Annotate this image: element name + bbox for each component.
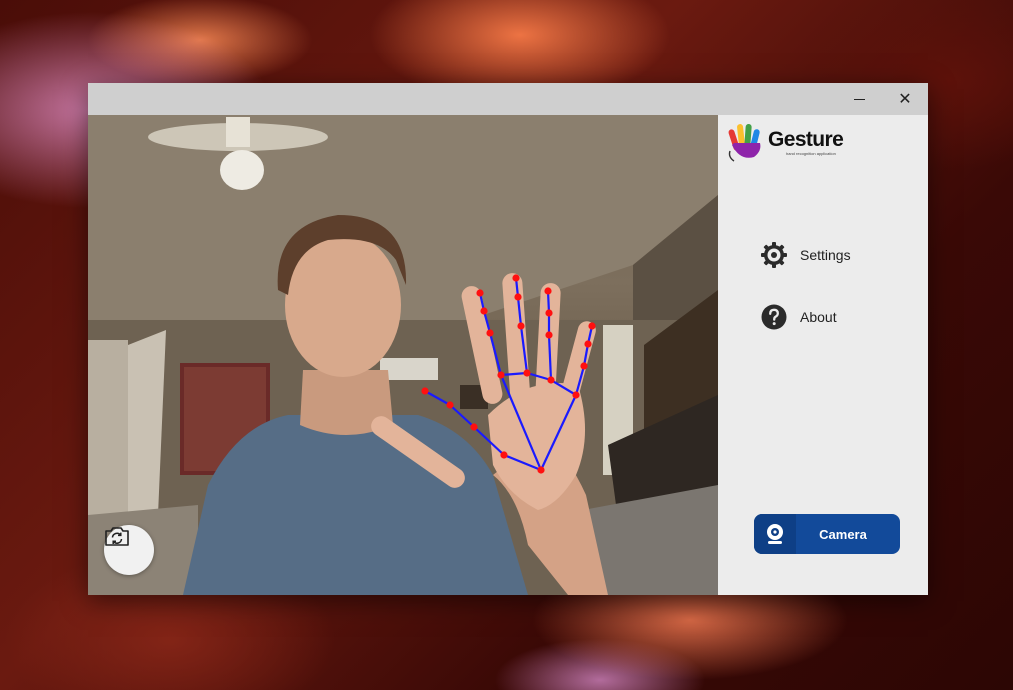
- hand-landmark-point: [545, 309, 553, 317]
- camera-switch-icon: [105, 527, 129, 546]
- about-menu-item[interactable]: About: [760, 303, 837, 331]
- hand-landmark-point: [446, 401, 454, 409]
- hand-landmark-point: [545, 331, 553, 339]
- hand-landmark-point: [512, 274, 520, 282]
- camera-button[interactable]: Camera: [754, 514, 900, 554]
- hand-landmark-point: [470, 423, 478, 431]
- hand-landmark-point: [517, 322, 525, 330]
- camera-button-label: Camera: [819, 526, 867, 542]
- hand-logo-icon: [728, 124, 761, 162]
- gear-icon: [761, 242, 787, 268]
- settings-menu-item[interactable]: Settings: [760, 241, 851, 269]
- hand-landmark-point: [497, 371, 505, 379]
- hand-landmark-point: [486, 329, 494, 337]
- app-title: Gesture: [768, 127, 844, 151]
- hand-landmark-point: [584, 340, 592, 348]
- hand-landmark-point: [480, 307, 488, 315]
- hand-landmark-point: [523, 369, 531, 377]
- app-logo: Gesture hand recognition application: [726, 121, 844, 163]
- hand-landmark-point: [500, 451, 508, 459]
- hand-landmark-point: [537, 466, 545, 474]
- question-icon: [761, 304, 787, 330]
- title-bar[interactable]: ✕: [88, 83, 928, 115]
- hand-landmark-point: [421, 387, 429, 395]
- settings-label: Settings: [800, 247, 851, 263]
- app-window: ✕ Gesture hand recognition application S…: [88, 83, 928, 595]
- minimize-button[interactable]: [836, 83, 882, 115]
- hand-landmark-point: [580, 362, 588, 370]
- camera-scene: [88, 115, 718, 595]
- webcam-icon: [767, 524, 783, 544]
- hand-landmark-point: [514, 293, 522, 301]
- camera-feed: [88, 115, 718, 595]
- hand-landmark-point: [572, 391, 580, 399]
- minimize-icon: [853, 98, 865, 100]
- sidebar: Gesture hand recognition application Set…: [718, 115, 928, 595]
- hand-landmark-point: [476, 289, 484, 297]
- hand-landmark-point: [547, 376, 555, 384]
- switch-camera-button[interactable]: [104, 525, 154, 575]
- hand-landmark-point: [588, 322, 596, 330]
- close-button[interactable]: ✕: [882, 83, 928, 115]
- about-label: About: [800, 309, 837, 325]
- hand-landmark-point: [544, 287, 552, 295]
- close-icon: ✕: [898, 91, 912, 108]
- app-subtitle: hand recognition application: [786, 150, 836, 156]
